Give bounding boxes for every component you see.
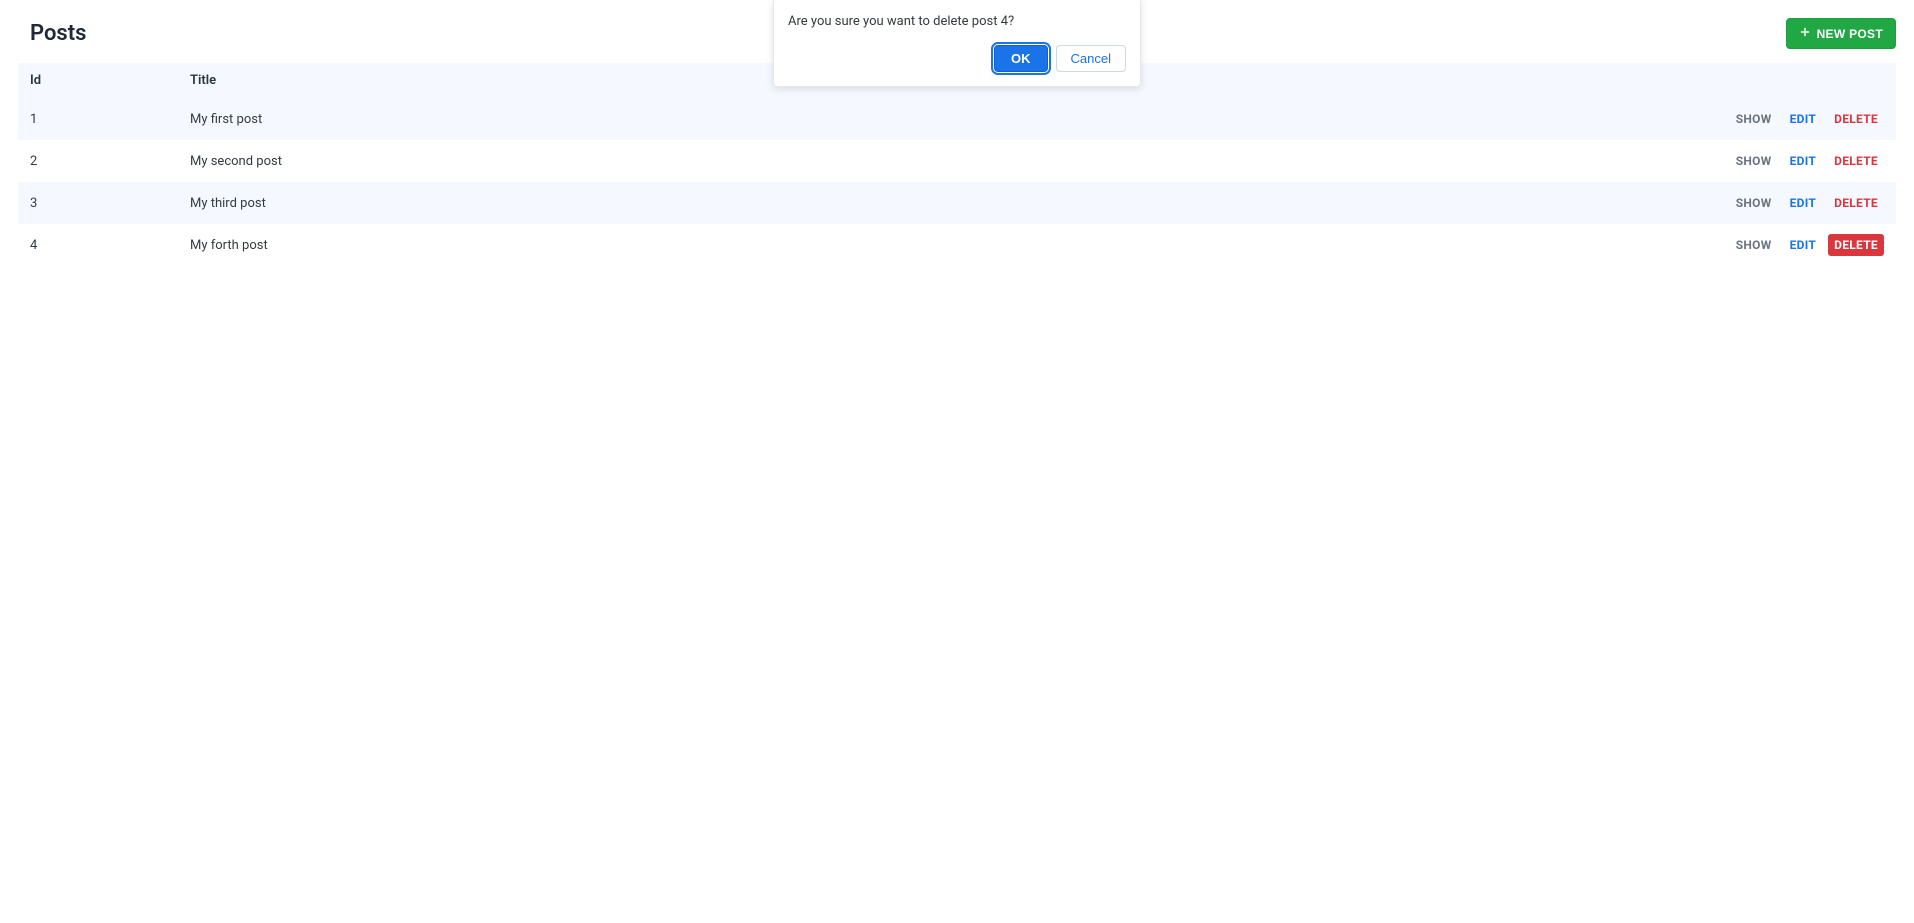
cell-title: My forth post (178, 224, 842, 266)
table-row: 3My third post SHOW EDITDELETE (18, 182, 1896, 224)
cell-id: 1 (18, 98, 178, 140)
delete-button[interactable]: DELETE (1828, 108, 1884, 130)
table-row: 2My second post SHOW EDITDELETE (18, 140, 1896, 182)
cell-actions: SHOW EDITDELETE (842, 98, 1896, 140)
cell-title: My first post (178, 98, 842, 140)
delete-button[interactable]: DELETE (1828, 150, 1884, 172)
confirm-ok-button[interactable]: OK (994, 45, 1048, 72)
cell-title: My third post (178, 182, 842, 224)
delete-button[interactable]: DELETE (1828, 234, 1884, 256)
show-button[interactable]: SHOW (1730, 150, 1778, 172)
table-row: 1My first post SHOW EDITDELETE (18, 98, 1896, 140)
new-post-button[interactable]: NEW POST (1786, 18, 1896, 49)
column-header-id: Id (18, 63, 178, 98)
edit-button[interactable]: EDIT (1784, 234, 1823, 256)
column-header-title: Title (178, 63, 842, 98)
edit-button[interactable]: EDIT (1784, 108, 1823, 130)
show-button[interactable]: SHOW (1730, 234, 1778, 256)
table-row: 4My forth post SHOW EDITDELETE (18, 224, 1896, 266)
cell-title: My second post (178, 140, 842, 182)
cell-id: 3 (18, 182, 178, 224)
cell-id: 2 (18, 140, 178, 182)
edit-button[interactable]: EDIT (1784, 150, 1823, 172)
new-post-button-label: NEW POST (1817, 27, 1883, 41)
confirm-dialog: Are you sure you want to delete post 4? … (773, 0, 1141, 87)
confirm-cancel-button[interactable]: Cancel (1056, 45, 1126, 72)
posts-table: Id Title 1My first postSHOWEDITDELETE2My… (18, 63, 1896, 266)
confirm-dialog-actions: OK Cancel (788, 45, 1126, 72)
delete-button[interactable]: DELETE (1828, 192, 1884, 214)
show-button[interactable]: SHOW (1730, 108, 1778, 130)
show-button[interactable]: SHOW (1730, 192, 1778, 214)
plus-icon (1799, 26, 1811, 41)
cell-id: 4 (18, 224, 178, 266)
confirm-dialog-message: Are you sure you want to delete post 4? (788, 14, 1126, 29)
cell-actions: SHOW EDITDELETE (842, 224, 1896, 266)
cell-actions: SHOW EDITDELETE (842, 182, 1896, 224)
page-title: Posts (18, 21, 86, 46)
edit-button[interactable]: EDIT (1784, 192, 1823, 214)
cell-actions: SHOW EDITDELETE (842, 140, 1896, 182)
